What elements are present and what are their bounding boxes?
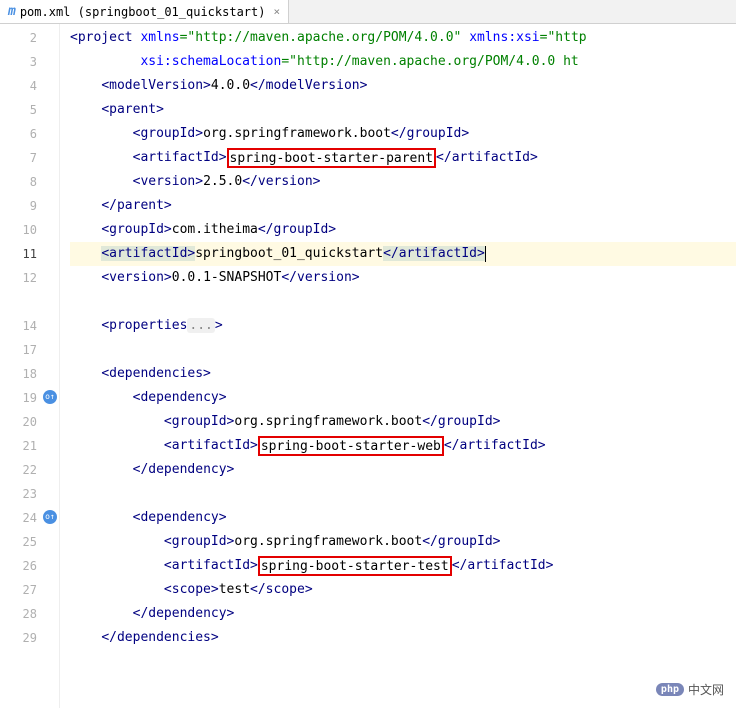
close-icon[interactable]: ×	[273, 5, 280, 18]
code-line: </dependency>	[70, 602, 736, 626]
code-line: <parent>	[70, 98, 736, 122]
line-number: 26	[0, 554, 59, 578]
code-line: <groupId>com.itheima</groupId>	[70, 218, 736, 242]
fold-ellipsis[interactable]: ...	[187, 318, 214, 333]
code-line: <groupId>org.springframework.boot</group…	[70, 122, 736, 146]
watermark-text: 中文网	[688, 681, 724, 698]
line-number: 24	[0, 506, 59, 530]
line-number: 3	[0, 50, 59, 74]
maven-icon: m	[8, 4, 16, 19]
code-line: <dependencies>	[70, 362, 736, 386]
code-line: <groupId>org.springframework.boot</group…	[70, 530, 736, 554]
tab-bar: m pom.xml (springboot_01_quickstart) ×	[0, 0, 736, 24]
line-number: 19	[0, 386, 59, 410]
code-line: </dependency>	[70, 458, 736, 482]
line-number: 21	[0, 434, 59, 458]
text-caret	[485, 246, 486, 262]
line-number: 5	[0, 98, 59, 122]
code-line: </dependencies>	[70, 626, 736, 650]
code-line: <artifactId>spring-boot-starter-parent</…	[70, 146, 736, 170]
code-line: <dependency>	[70, 386, 736, 410]
line-number: 29	[0, 626, 59, 650]
line-number: 28	[0, 602, 59, 626]
line-number: 14	[0, 314, 59, 338]
watermark: php 中文网	[652, 679, 728, 700]
line-number: 2	[0, 26, 59, 50]
code-line: <version>0.0.1-SNAPSHOT</version>	[70, 266, 736, 290]
code-line: <properties...>	[70, 314, 736, 338]
line-number: 23	[0, 482, 59, 506]
line-number: 20	[0, 410, 59, 434]
highlight-parent-artifact: spring-boot-starter-parent	[227, 148, 437, 168]
code-line-current: <artifactId>springboot_01_quickstart</ar…	[70, 242, 736, 266]
code-line: <artifactId>spring-boot-starter-test</ar…	[70, 554, 736, 578]
line-number: 17	[0, 338, 59, 362]
code-line: <version>2.5.0</version>	[70, 170, 736, 194]
code-line: <scope>test</scope>	[70, 578, 736, 602]
editor: 2 3 4 5 6 7 8 9 10 11 12 14 17 18 19 20 …	[0, 24, 736, 708]
code-area[interactable]: <project xmlns="http://maven.apache.org/…	[60, 24, 736, 708]
line-number: 6	[0, 122, 59, 146]
code-line: </parent>	[70, 194, 736, 218]
line-number: 22	[0, 458, 59, 482]
line-number: 12	[0, 266, 59, 290]
line-number: 8	[0, 170, 59, 194]
line-number: 18	[0, 362, 59, 386]
gutter: 2 3 4 5 6 7 8 9 10 11 12 14 17 18 19 20 …	[0, 24, 60, 708]
line-number: 7	[0, 146, 59, 170]
code-line	[70, 338, 736, 362]
code-line: <modelVersion>4.0.0</modelVersion>	[70, 74, 736, 98]
code-line: <project xmlns="http://maven.apache.org/…	[70, 26, 736, 50]
code-line: <groupId>org.springframework.boot</group…	[70, 410, 736, 434]
tab-label: pom.xml (springboot_01_quickstart)	[20, 5, 266, 19]
highlight-test-artifact: spring-boot-starter-test	[258, 556, 452, 576]
line-number-current: 11	[0, 242, 59, 266]
code-line	[70, 482, 736, 506]
override-marker-icon[interactable]	[43, 390, 57, 404]
line-number	[0, 290, 59, 314]
code-line	[70, 290, 736, 314]
line-number: 10	[0, 218, 59, 242]
line-number: 4	[0, 74, 59, 98]
code-line: <artifactId>spring-boot-starter-web</art…	[70, 434, 736, 458]
highlight-web-artifact: spring-boot-starter-web	[258, 436, 444, 456]
line-number: 27	[0, 578, 59, 602]
code-line: <dependency>	[70, 506, 736, 530]
php-badge-icon: php	[656, 683, 684, 696]
line-number: 9	[0, 194, 59, 218]
file-tab[interactable]: m pom.xml (springboot_01_quickstart) ×	[0, 0, 289, 23]
code-line: xsi:schemaLocation="http://maven.apache.…	[70, 50, 736, 74]
override-marker-icon[interactable]	[43, 510, 57, 524]
line-number: 25	[0, 530, 59, 554]
